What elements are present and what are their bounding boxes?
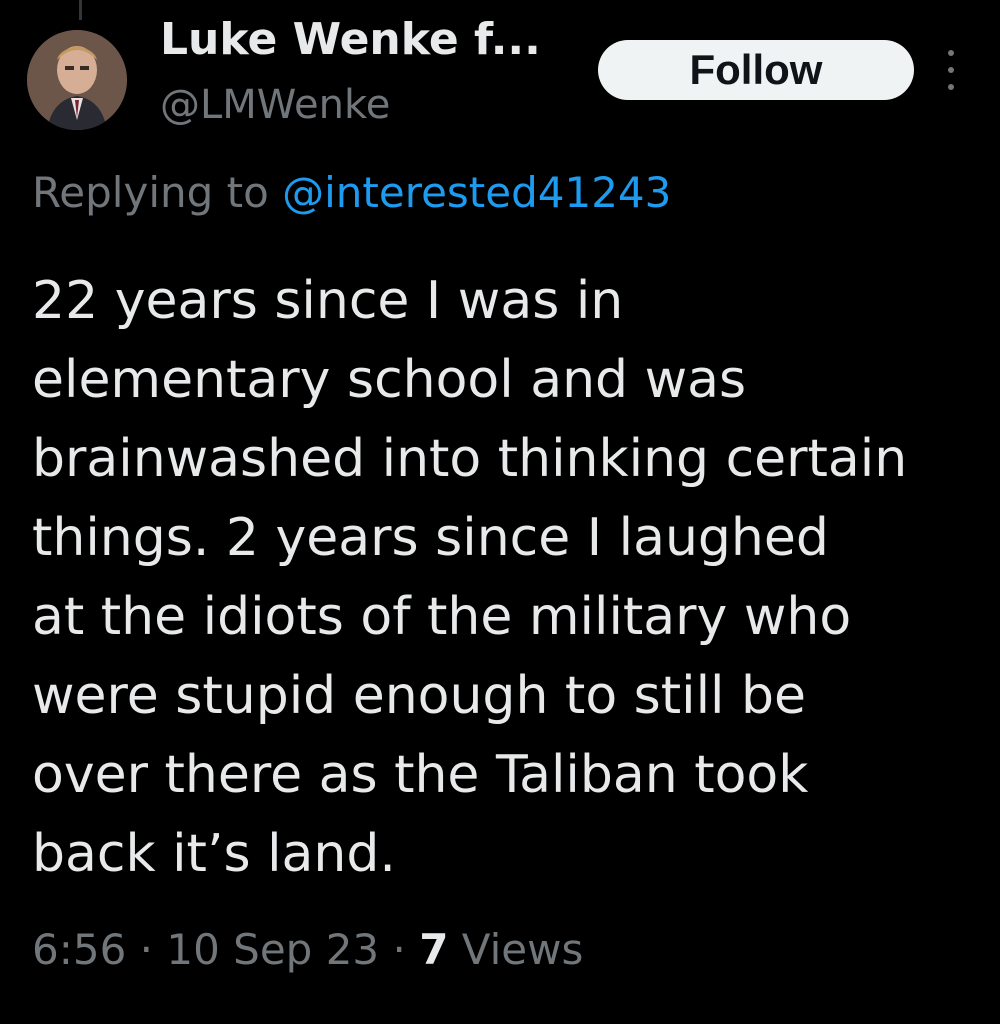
tweet-text: 22 years since I was in elementary schoo… (32, 271, 908, 884)
replying-to-line: Replying to @interested41243 (32, 168, 671, 217)
replying-to-label: Replying to (32, 168, 283, 217)
tweet-meta: 6:56 · 10 Sep 23 · 7 Views (32, 925, 583, 974)
tweet-date[interactable]: 10 Sep 23 (166, 925, 379, 974)
tweet-time[interactable]: 6:56 (32, 925, 126, 974)
thread-connector-line (79, 0, 82, 20)
more-vertical-icon[interactable] (936, 50, 966, 90)
display-name[interactable]: Luke Wenke f... (160, 14, 541, 65)
avatar[interactable] (27, 30, 127, 130)
avatar-image (27, 30, 127, 130)
views-count: 7 (419, 925, 449, 974)
meta-separator: · (379, 925, 420, 974)
reply-mention-link[interactable]: @interested41243 (282, 168, 671, 217)
meta-separator: · (126, 925, 167, 974)
follow-button[interactable]: Follow (598, 40, 914, 100)
views-label: Views (448, 925, 584, 974)
user-handle[interactable]: @LMWenke (160, 82, 390, 128)
